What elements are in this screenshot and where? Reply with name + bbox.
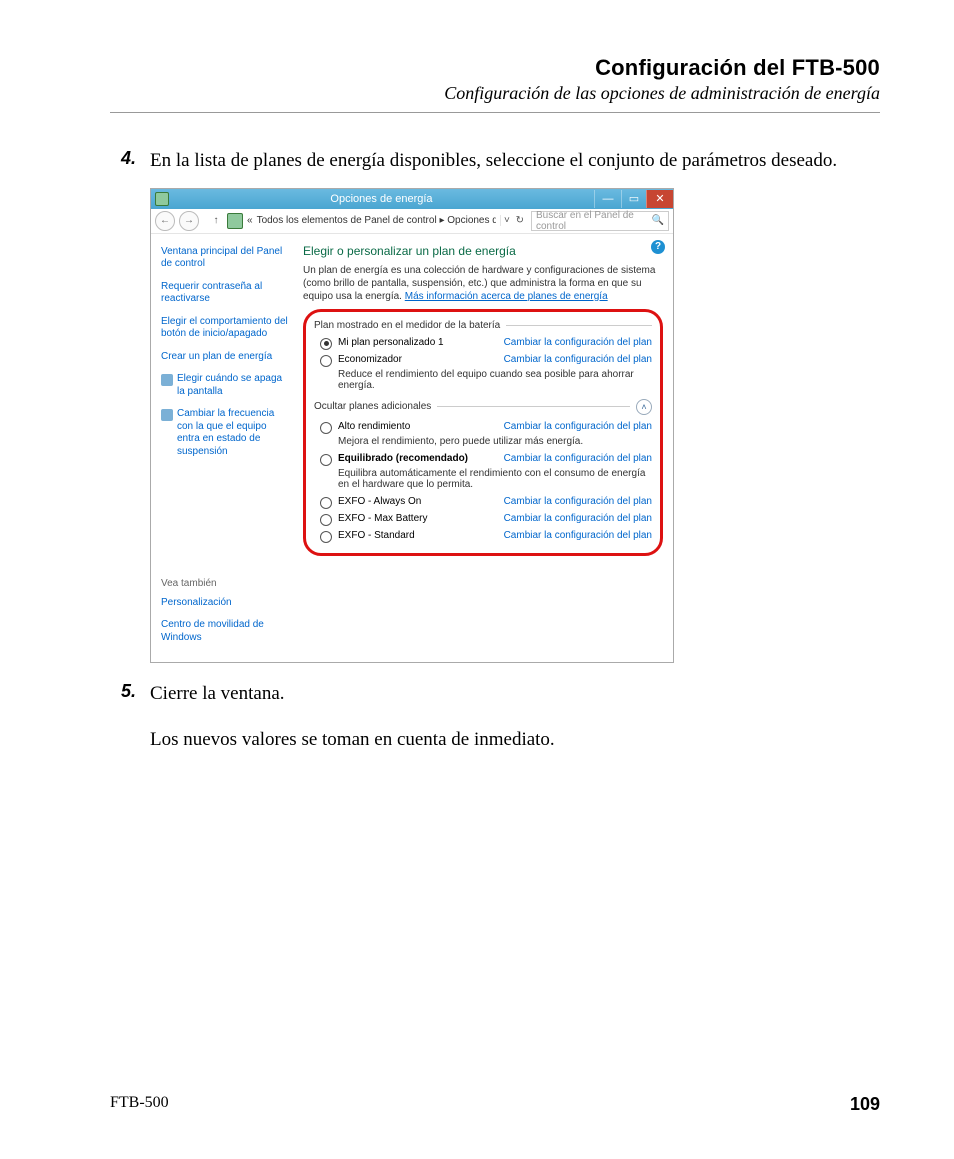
search-icon: 🔍 xyxy=(652,215,664,226)
change-plan-settings-link[interactable]: Cambiar la configuración del plan xyxy=(504,513,652,524)
forward-button[interactable]: → xyxy=(179,211,199,231)
change-plan-settings-link[interactable]: Cambiar la configuración del plan xyxy=(504,453,652,464)
plan-name: EXFO - Standard xyxy=(338,530,415,541)
back-button[interactable]: ← xyxy=(155,211,175,231)
plan-name: EXFO - Always On xyxy=(338,496,421,507)
help-icon[interactable]: ? xyxy=(651,240,665,254)
breadcrumb-prefix: « xyxy=(247,215,253,226)
highlighted-area: Plan mostrado en el medidor de la baterí… xyxy=(303,309,663,556)
change-plan-settings-link[interactable]: Cambiar la configuración del plan xyxy=(504,337,652,348)
body-note: Los nuevos valores se toman en cuenta de… xyxy=(150,727,880,753)
power-plan-option[interactable]: EXFO - Standard Cambiar la configuración … xyxy=(320,530,652,543)
plan-description: Mejora el rendimiento, pero puede utiliz… xyxy=(338,436,652,447)
step-4-text: En la lista de planes de energía disponi… xyxy=(150,148,880,174)
page-header-title: Configuración del FTB-500 xyxy=(110,55,880,81)
sidebar-link[interactable]: Crear un plan de energía xyxy=(161,351,289,364)
sidebar-link[interactable]: Ventana principal del Panel de control xyxy=(161,246,289,271)
main-heading: Elegir o personalizar un plan de energía xyxy=(303,244,663,258)
display-icon xyxy=(161,374,173,386)
power-options-window: Opciones de energía — ▭ ✕ ← → ↑ « Todos … xyxy=(150,188,674,664)
breadcrumb-icon xyxy=(227,213,243,229)
group2-text: Ocultar planes adicionales xyxy=(314,401,431,412)
close-button[interactable]: ✕ xyxy=(646,190,673,208)
up-button[interactable]: ↑ xyxy=(209,215,223,226)
radio-button[interactable] xyxy=(320,514,332,526)
sidebar: Ventana principal del Panel de control R… xyxy=(151,234,297,663)
main-description: Un plan de energía es una colección de h… xyxy=(303,264,663,303)
radio-button[interactable] xyxy=(320,422,332,434)
radio-button[interactable] xyxy=(320,497,332,509)
plan-name: EXFO - Max Battery xyxy=(338,513,427,524)
power-plan-option[interactable]: Mi plan personalizado 1 Cambiar la config… xyxy=(320,337,652,350)
power-plan-option[interactable]: EXFO - Always On Cambiar la configuración… xyxy=(320,496,652,509)
header-rule xyxy=(110,112,880,113)
radio-button[interactable] xyxy=(320,355,332,367)
group1-text: Plan mostrado en el medidor de la baterí… xyxy=(314,320,500,331)
step-4-number: 4. xyxy=(110,148,136,174)
sidebar-link[interactable]: Elegir el comportamiento del botón de in… xyxy=(161,316,289,341)
search-placeholder: Buscar en el Panel de control xyxy=(536,210,652,232)
refresh-icon: ↻ xyxy=(516,215,524,226)
more-info-link[interactable]: Más información acerca de planes de ener… xyxy=(405,291,608,302)
plan-description: Reduce el rendimiento del equipo cuando … xyxy=(338,369,652,391)
refresh-area[interactable]: ˅ ↻ xyxy=(500,215,527,226)
see-also-label: Vea también xyxy=(161,578,289,591)
minimize-button[interactable]: — xyxy=(594,190,621,208)
sidebar-link-mobility[interactable]: Centro de movilidad de Windows xyxy=(161,619,289,644)
step-5-text: Cierre la ventana. xyxy=(150,681,880,707)
page-header-subtitle: Configuración de las opciones de adminis… xyxy=(110,83,880,104)
change-plan-settings-link[interactable]: Cambiar la configuración del plan xyxy=(504,530,652,541)
step-5-number: 5. xyxy=(110,681,136,707)
plan-name: Equilibrado (recomendado) xyxy=(338,453,468,464)
plan-description: Equilibra automáticamente el rendimiento… xyxy=(338,468,652,490)
plan-name: Alto rendimiento xyxy=(338,421,410,432)
footer-page-number: 109 xyxy=(850,1094,880,1115)
maximize-button[interactable]: ▭ xyxy=(621,190,646,208)
change-plan-settings-link[interactable]: Cambiar la configuración del plan xyxy=(504,354,652,365)
sidebar-link-personalization[interactable]: Personalización xyxy=(161,597,289,610)
plan-name: Mi plan personalizado 1 xyxy=(338,337,444,348)
footer-product: FTB-500 xyxy=(110,1094,169,1115)
plan-name: Economizador xyxy=(338,354,402,365)
main-panel: ? Elegir o personalizar un plan de energ… xyxy=(297,234,673,663)
dropdown-icon: ˅ xyxy=(504,215,510,226)
titlebar[interactable]: Opciones de energía — ▭ ✕ xyxy=(151,189,673,209)
collapse-icon[interactable]: ˄ xyxy=(636,399,652,415)
app-icon xyxy=(155,192,169,206)
sidebar-link[interactable]: Elegir cuándo se apaga la pantalla xyxy=(177,373,289,398)
group1-label: Plan mostrado en el medidor de la baterí… xyxy=(314,320,652,331)
sidebar-link[interactable]: Cambiar la frecuencia con la que el equi… xyxy=(177,408,289,458)
breadcrumb[interactable]: « Todos los elementos de Panel de contro… xyxy=(247,215,496,226)
power-plan-option[interactable]: Equilibrado (recomendado) Cambiar la conf… xyxy=(320,453,652,466)
address-bar: ← → ↑ « Todos los elementos de Panel de … xyxy=(151,209,673,234)
group2-label[interactable]: Ocultar planes adicionales ˄ xyxy=(314,399,652,415)
radio-button[interactable] xyxy=(320,454,332,466)
sleep-icon xyxy=(161,409,173,421)
power-plan-option[interactable]: Economizador Cambiar la configuración del… xyxy=(320,354,652,367)
power-plan-option[interactable]: EXFO - Max Battery Cambiar la configuraci… xyxy=(320,513,652,526)
breadcrumb-text: Todos los elementos de Panel de control … xyxy=(257,215,496,226)
power-plan-option[interactable]: Alto rendimiento Cambiar la configuración… xyxy=(320,421,652,434)
search-input[interactable]: Buscar en el Panel de control 🔍 xyxy=(531,211,669,231)
change-plan-settings-link[interactable]: Cambiar la configuración del plan xyxy=(504,496,652,507)
change-plan-settings-link[interactable]: Cambiar la configuración del plan xyxy=(504,421,652,432)
window-title: Opciones de energía xyxy=(169,193,594,205)
radio-button[interactable] xyxy=(320,338,332,350)
radio-button[interactable] xyxy=(320,531,332,543)
sidebar-link[interactable]: Requerir contraseña al reactivarse xyxy=(161,281,289,306)
